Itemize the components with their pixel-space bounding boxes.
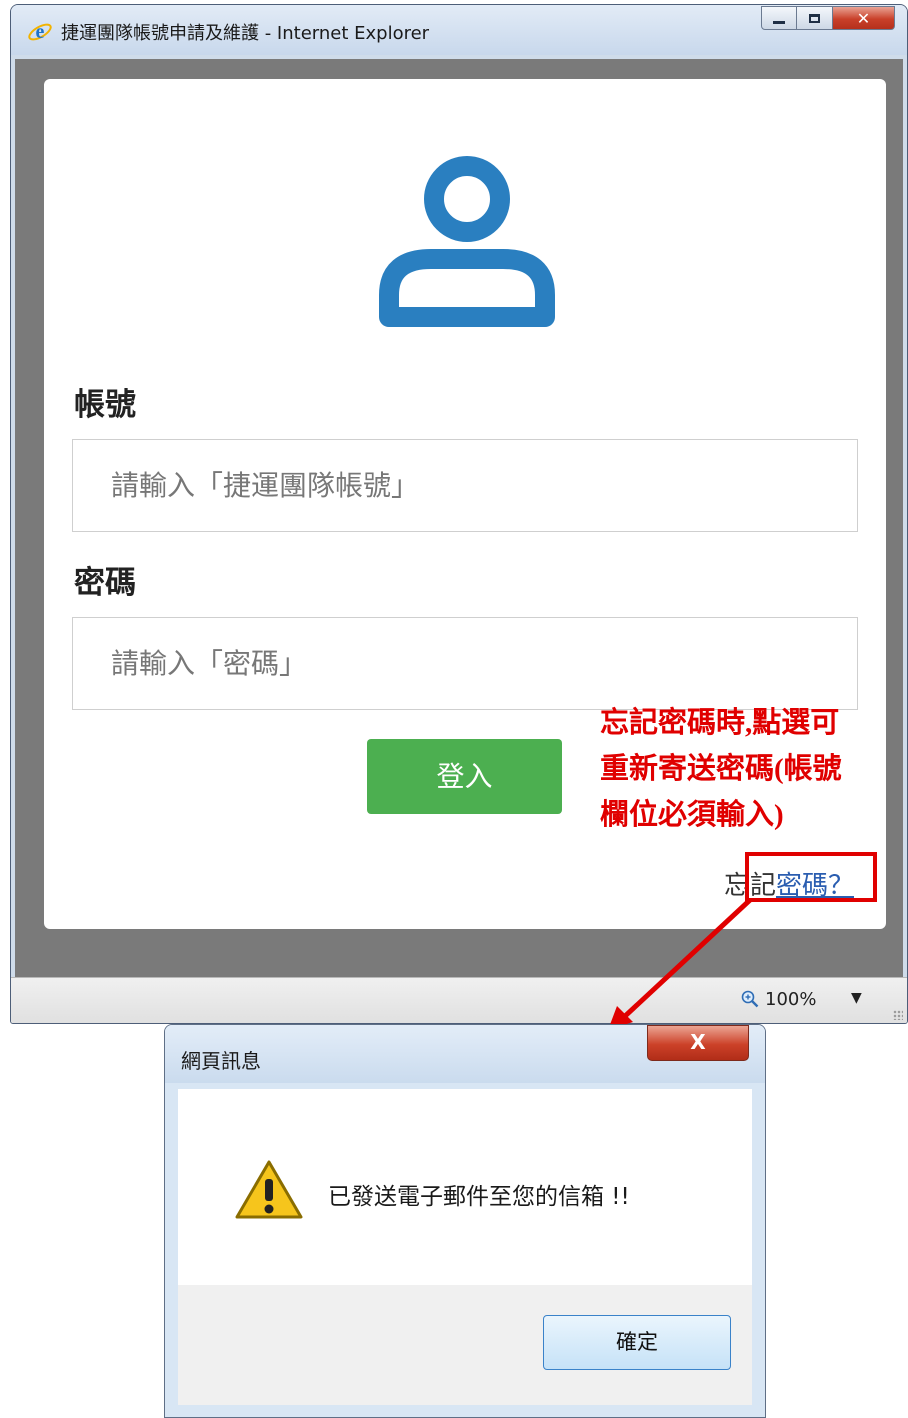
minimize-icon [773,20,785,24]
zoom-icon [741,990,759,1008]
user-icon [379,156,555,327]
maximize-button[interactable] [797,6,833,30]
ie-logo-icon: e [28,21,52,43]
dialog-titlebar: 網頁訊息 X [165,1025,765,1083]
dialog-message: 已發送電子郵件至您的信箱 !! [328,1184,630,1210]
svg-text:e: e [36,21,45,43]
maximize-icon [809,13,820,23]
window-controls: ✕ [761,6,895,32]
window-close-button[interactable]: ✕ [833,6,895,30]
annotation-note: 忘記密碼時,點選可 重新寄送密碼(帳號 欄位必須輸入) [600,700,842,838]
password-input[interactable]: 請輸入「密碼」 [72,617,858,710]
page-viewport: 帳號 請輸入「捷運團隊帳號」 密碼 請輸入「密碼」 登入 忘記密碼？ [15,59,903,977]
warning-icon [235,1160,303,1219]
dialog-close-button[interactable]: X [647,1025,749,1061]
annotation-highlight-box [745,852,877,902]
annotation-line: 欄位必須輸入) [600,799,784,831]
password-label: 密碼 [74,565,136,601]
ok-button[interactable]: 確定 [543,1315,731,1370]
login-button[interactable]: 登入 [367,739,562,814]
window-title: 捷運團隊帳號申請及維護 - Internet Explorer [61,23,430,44]
message-dialog: 網頁訊息 X 已發送電子郵件至您的信箱 !! 確定 [164,1024,766,1418]
annotation-line: 重新寄送密碼(帳號 [600,753,842,785]
zoom-dropdown-icon[interactable]: ▼ [851,990,862,1006]
close-icon: X [690,1030,706,1054]
close-icon: ✕ [856,8,871,28]
ie-titlebar: e 捷運團隊帳號申請及維護 - Internet Explorer ✕ [11,5,907,55]
dialog-body: 已發送電子郵件至您的信箱 !! [178,1089,752,1285]
minimize-button[interactable] [761,6,797,30]
account-input[interactable]: 請輸入「捷運團隊帳號」 [72,439,858,532]
resize-grip-icon[interactable] [893,1010,903,1020]
dialog-footer: 確定 [178,1285,752,1405]
account-label: 帳號 [74,387,136,423]
zoom-level[interactable]: 100% [765,989,816,1010]
status-bar: 100% ▼ [11,977,907,1023]
dialog-title: 網頁訊息 [181,1049,261,1073]
annotation-line: 忘記密碼時,點選可 [600,707,840,739]
